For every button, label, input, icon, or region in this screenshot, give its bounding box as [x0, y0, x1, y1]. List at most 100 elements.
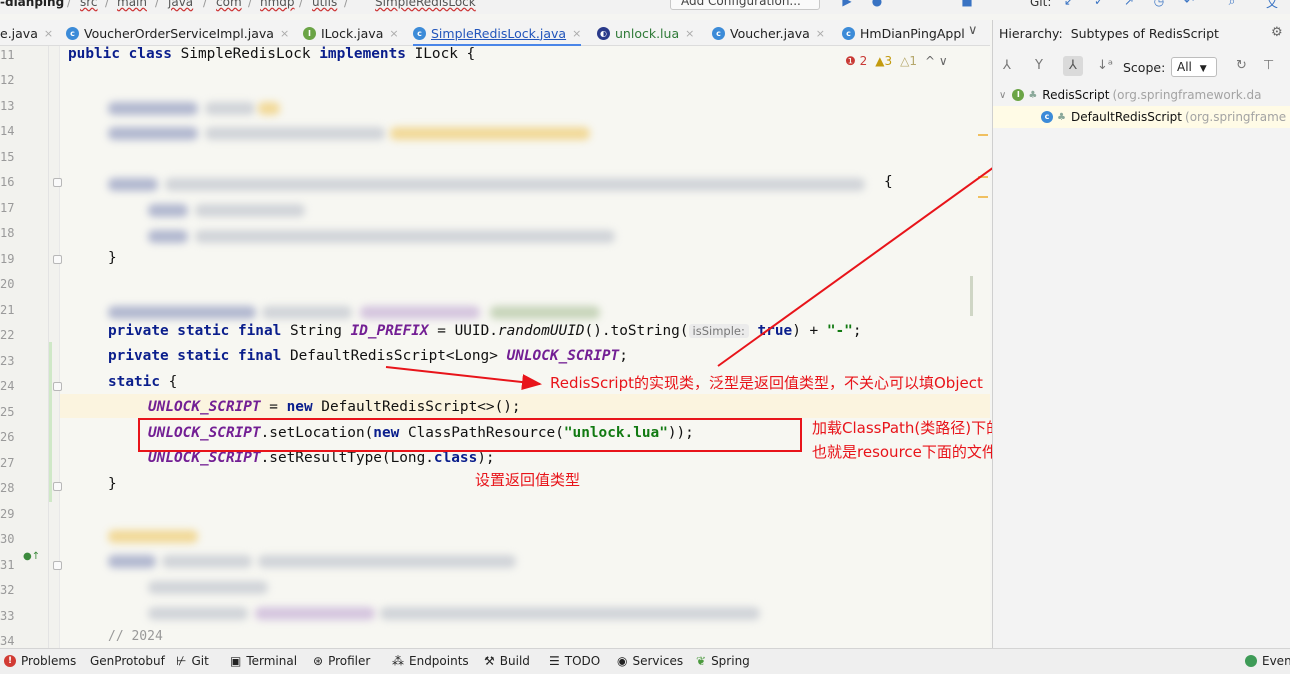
endpoints-tool-button[interactable]: ⁂ Endpoints [392, 654, 469, 668]
gear-icon[interactable]: ⚙ [1271, 25, 1283, 40]
scope-value: All [1177, 60, 1192, 74]
breadcrumb-java[interactable]: java [168, 0, 193, 9]
interface-icon: I [303, 26, 316, 40]
todo-tool-button[interactable]: ☰ TODO [549, 654, 600, 668]
line-number: 18 [0, 226, 15, 240]
close-icon[interactable]: × [572, 27, 581, 40]
chevron-down-icon[interactable]: ∨ [999, 90, 1006, 101]
tree-item-redisscript[interactable]: ∨ I ♣ RedisScript (org.springframework.d… [999, 84, 1261, 106]
blurred-code [255, 607, 375, 620]
close-icon[interactable]: × [389, 27, 398, 40]
tab-simpleredislock[interactable]: c SimpleRedisLock.java × [413, 20, 582, 47]
blurred-code [165, 178, 865, 191]
breadcrumb-simpleredislock[interactable]: SimpleRedisLock [375, 0, 476, 9]
code-line-11: public class SimpleRedisLock implements … [68, 46, 476, 62]
tab-overflow-chevron-icon[interactable]: ∨ [968, 23, 978, 38]
translate-icon[interactable]: 文 [1265, 0, 1279, 10]
line-number: 33 [0, 609, 15, 623]
history-icon[interactable]: ◷ [1152, 0, 1166, 8]
add-configuration-button[interactable]: Add Configuration... [670, 0, 820, 10]
blurred-code [148, 204, 188, 217]
rollback-icon[interactable]: ↶ [1182, 0, 1196, 8]
fold-icon[interactable] [53, 255, 62, 264]
problems-tool-button[interactable]: ! Problems [4, 654, 76, 668]
git-label: Git: [1030, 0, 1052, 9]
breadcrumb-hmdp[interactable]: hmdp [260, 0, 295, 9]
class-icon: c [66, 26, 79, 40]
stop-icon[interactable]: ■ [960, 0, 974, 8]
tab-ilock[interactable]: I ILock.java × [303, 20, 399, 46]
services-tool-button[interactable]: ◉ Services [617, 654, 683, 668]
code-editor[interactable]: 11 12 13 14 15 16 17 18 19 20 21 22 23 2… [0, 46, 990, 648]
git-push-icon[interactable]: ↗ [1122, 0, 1136, 8]
terminal-tool-button[interactable]: ▣ Terminal [230, 654, 297, 668]
tree-item-package: (org.springframe [1185, 110, 1287, 124]
problem-navigation-arrows[interactable]: ^ ∨ [925, 54, 948, 68]
close-icon[interactable]: × [685, 27, 694, 40]
line-number: 21 [0, 303, 15, 317]
git-commit-icon[interactable]: ✓ [1092, 0, 1106, 8]
sort-alphabetically-icon[interactable]: ↓ᵃ [1097, 58, 1113, 73]
close-icon[interactable]: × [816, 27, 825, 40]
blurred-code [205, 127, 385, 140]
genprotobuf-tool-button[interactable]: GenProtobuf [90, 654, 165, 668]
implements-gutter-icon[interactable]: ●↑ [23, 551, 40, 562]
scope-dropdown[interactable]: All ▼ [1171, 57, 1217, 77]
scroll-marker[interactable] [978, 134, 988, 136]
git-tool-button[interactable]: ⊬ Git [176, 654, 209, 668]
event-log-icon [1245, 655, 1257, 667]
close-icon[interactable]: × [280, 27, 289, 40]
line-number: 31 [0, 558, 15, 572]
tool-label: Problems [21, 654, 77, 668]
tab-voucherorderserviceimpl[interactable]: c VoucherOrderServiceImpl.java × [66, 20, 289, 46]
scroll-marker[interactable] [978, 196, 988, 198]
subtypes-icon[interactable]: ⅄ [1063, 56, 1083, 76]
fold-icon[interactable] [53, 561, 62, 570]
fold-icon[interactable] [53, 482, 62, 491]
breadcrumb-utils[interactable]: utils [312, 0, 337, 9]
tool-label: Build [499, 654, 530, 668]
close-icon[interactable]: × [44, 27, 53, 40]
tree-item-package: (org.springframework.da [1112, 88, 1262, 102]
blurred-code [162, 555, 252, 568]
breadcrumb-com[interactable]: com [216, 0, 242, 9]
tree-item-defaultredisscript[interactable]: c ♣ DefaultRedisScript (org.springframe [993, 106, 1290, 128]
editor-scrollbar[interactable] [970, 276, 973, 316]
tab-voucher[interactable]: c Voucher.java × [712, 20, 825, 46]
fold-icon[interactable] [53, 382, 62, 391]
blurred-code [195, 230, 615, 243]
fold-icon[interactable] [53, 178, 62, 187]
navigation-bar: -dianping / src / main / java / com / hm… [0, 0, 1290, 14]
line-number: 32 [0, 583, 15, 597]
scroll-marker[interactable] [978, 176, 988, 178]
breadcrumb-main[interactable]: main [117, 0, 147, 9]
line-number: 28 [0, 481, 15, 495]
profiler-tool-button[interactable]: ⊛ Profiler [313, 654, 370, 668]
error-count: ❶ 2 [845, 54, 868, 68]
build-tool-button[interactable]: ⚒ Build [484, 654, 530, 668]
spring-tool-button[interactable]: ❦ Spring [696, 654, 750, 668]
endpoints-icon: ⁂ [392, 654, 404, 668]
refresh-icon[interactable]: ↻ [1236, 58, 1247, 73]
breadcrumb-src[interactable]: src [80, 0, 98, 9]
breadcrumb-project[interactable]: -dianping [0, 0, 64, 9]
debug-icon[interactable]: ● [870, 0, 884, 8]
hierarchy-toolbar: ⅄ Y ⅄ ↓ᵃ Scope: All ▼ ↻ ⊤ [993, 54, 1290, 80]
tab-unlock-lua[interactable]: ◐ unlock.lua × [597, 20, 694, 46]
run-icon[interactable]: ▶ [840, 0, 854, 8]
code-line-34: // 2024 [108, 629, 163, 644]
event-log-tool-button[interactable]: Even [1245, 654, 1290, 668]
tab-e-java[interactable]: e.java × [0, 20, 53, 46]
supertypes-icon[interactable]: Y [1035, 58, 1043, 73]
tab-hmdianpingapplication[interactable]: c HmDianPingAppl [842, 20, 965, 46]
annotation-highlight-box [138, 418, 802, 452]
inspections-widget[interactable]: ❶ 2 ▲3 △1 ^ ∨ [845, 54, 948, 68]
tool-label: Services [632, 654, 684, 668]
code-line-23: private static final DefaultRedisScript<… [108, 348, 628, 364]
vcs-change-marker[interactable] [49, 342, 52, 502]
weak-warning-count: △1 [900, 54, 917, 68]
git-update-icon[interactable]: ↙ [1062, 0, 1076, 8]
search-everywhere-icon[interactable]: ⌕ [1225, 0, 1239, 8]
pin-icon[interactable]: ⊤ [1263, 58, 1274, 73]
type-hierarchy-icon[interactable]: ⅄ [1003, 58, 1011, 73]
